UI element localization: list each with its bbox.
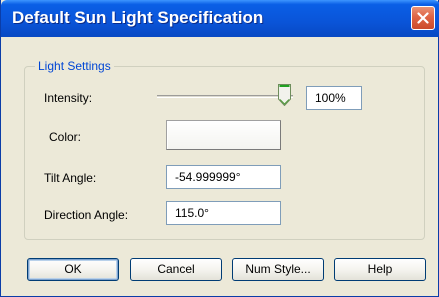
close-button[interactable] xyxy=(411,6,435,30)
intensity-slider-track[interactable] xyxy=(157,95,293,98)
ok-button[interactable]: OK xyxy=(27,258,119,281)
cancel-button[interactable]: Cancel xyxy=(130,258,222,281)
color-label: Color: xyxy=(49,130,82,144)
intensity-label: Intensity: xyxy=(44,91,93,105)
color-swatch-button[interactable] xyxy=(166,120,281,150)
tilt-angle-label: Tilt Angle: xyxy=(44,171,97,185)
window-title: Default Sun Light Specification xyxy=(12,8,264,27)
num-style-button[interactable]: Num Style... xyxy=(232,258,324,281)
intensity-slider-thumb[interactable] xyxy=(278,84,291,106)
direction-angle-field[interactable]: 115.0° xyxy=(166,201,281,225)
tilt-angle-field[interactable]: -54.999999° xyxy=(166,165,281,189)
dialog-body: Light Settings Intensity: 100% Color: Ti… xyxy=(1,37,438,296)
close-icon xyxy=(417,12,429,24)
group-label: Light Settings xyxy=(35,59,114,73)
intensity-value-field[interactable]: 100% xyxy=(306,86,362,110)
title-bar[interactable]: Default Sun Light Specification xyxy=(1,0,439,37)
direction-angle-label: Direction Angle: xyxy=(44,208,129,222)
dialog-window: Default Sun Light Specification Light Se… xyxy=(0,0,439,297)
help-button[interactable]: Help xyxy=(334,258,426,281)
